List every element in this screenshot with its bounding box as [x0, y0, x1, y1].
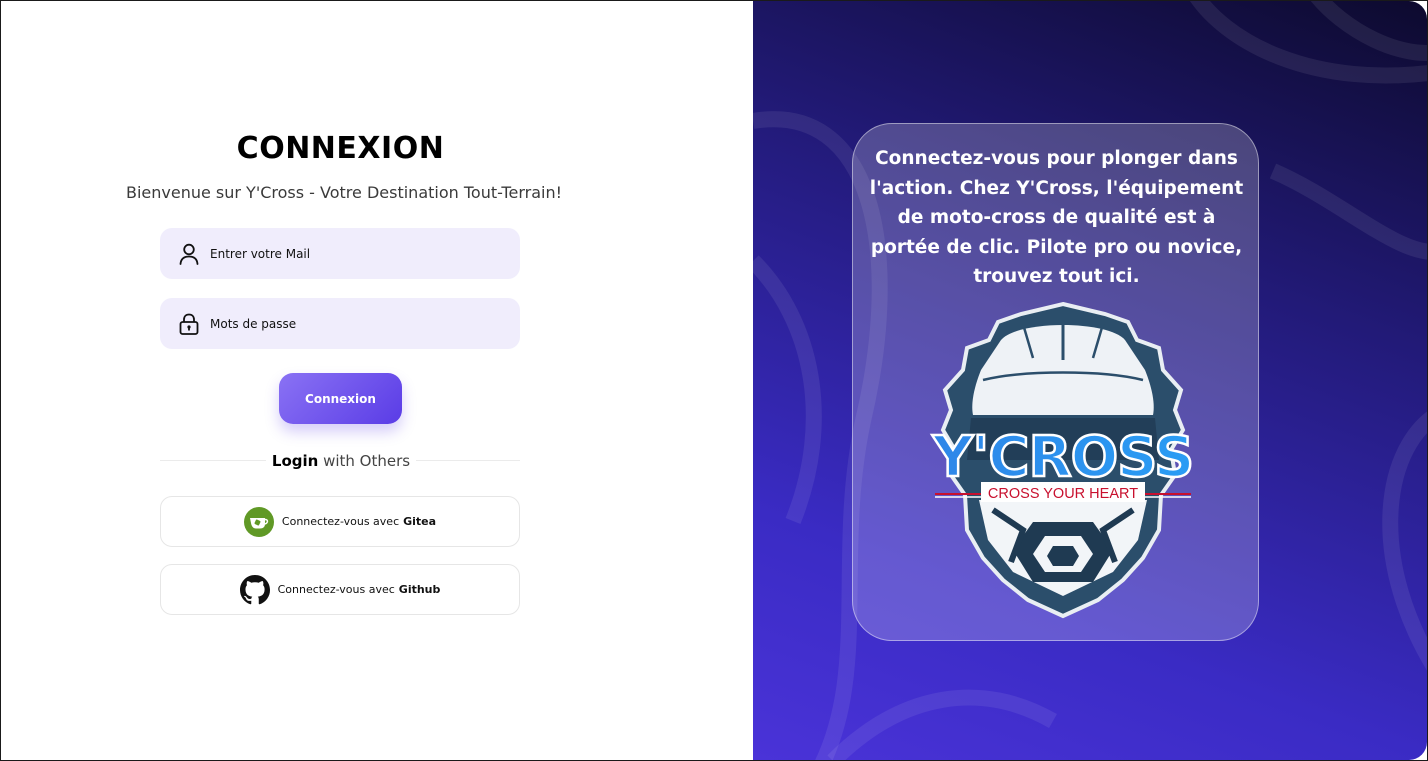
email-input[interactable] — [208, 245, 492, 262]
login-with-others: Login with Others — [1, 452, 681, 470]
others-bold-label: Login — [271, 452, 319, 470]
github-login-button[interactable]: Connectez-vous avec Github — [160, 564, 520, 615]
gitea-login-name: Gitea — [403, 515, 437, 528]
others-label: with Others — [323, 452, 411, 470]
password-field[interactable] — [160, 298, 520, 349]
login-panel: CONNEXION Bienvenue sur Y'Cross - Votre … — [1, 1, 752, 760]
logo-title: Y'CROSS — [932, 425, 1194, 490]
user-icon — [178, 243, 200, 265]
connexion-button[interactable]: Connexion — [279, 373, 402, 424]
promo-panel: Connectez-vous pour plonger dans l'actio… — [753, 1, 1427, 760]
gitea-login-prefix: Connectez-vous avec — [281, 515, 400, 528]
gitea-login-button[interactable]: Connectez-vous avec Gitea — [160, 496, 520, 547]
promo-card: Connectez-vous pour plonger dans l'actio… — [852, 123, 1259, 641]
ycross-logo: Y'CROSS CROSS YOUR HEART — [930, 301, 1196, 619]
gitea-icon — [243, 506, 274, 537]
lock-icon — [178, 313, 200, 335]
github-icon — [239, 574, 270, 605]
logo-tagline: CROSS YOUR HEART — [988, 486, 1138, 502]
welcome-subtitle: Bienvenue sur Y'Cross - Votre Destinatio… — [125, 183, 562, 202]
page-title: CONNEXION — [236, 131, 445, 166]
login-page: CONNEXION Bienvenue sur Y'Cross - Votre … — [0, 0, 1428, 761]
github-login-name: Github — [398, 583, 441, 596]
github-login-prefix: Connectez-vous avec — [277, 583, 395, 596]
email-field[interactable] — [160, 228, 520, 279]
password-input[interactable] — [208, 315, 492, 332]
promo-text: Connectez-vous pour plonger dans l'actio… — [869, 148, 1244, 287]
